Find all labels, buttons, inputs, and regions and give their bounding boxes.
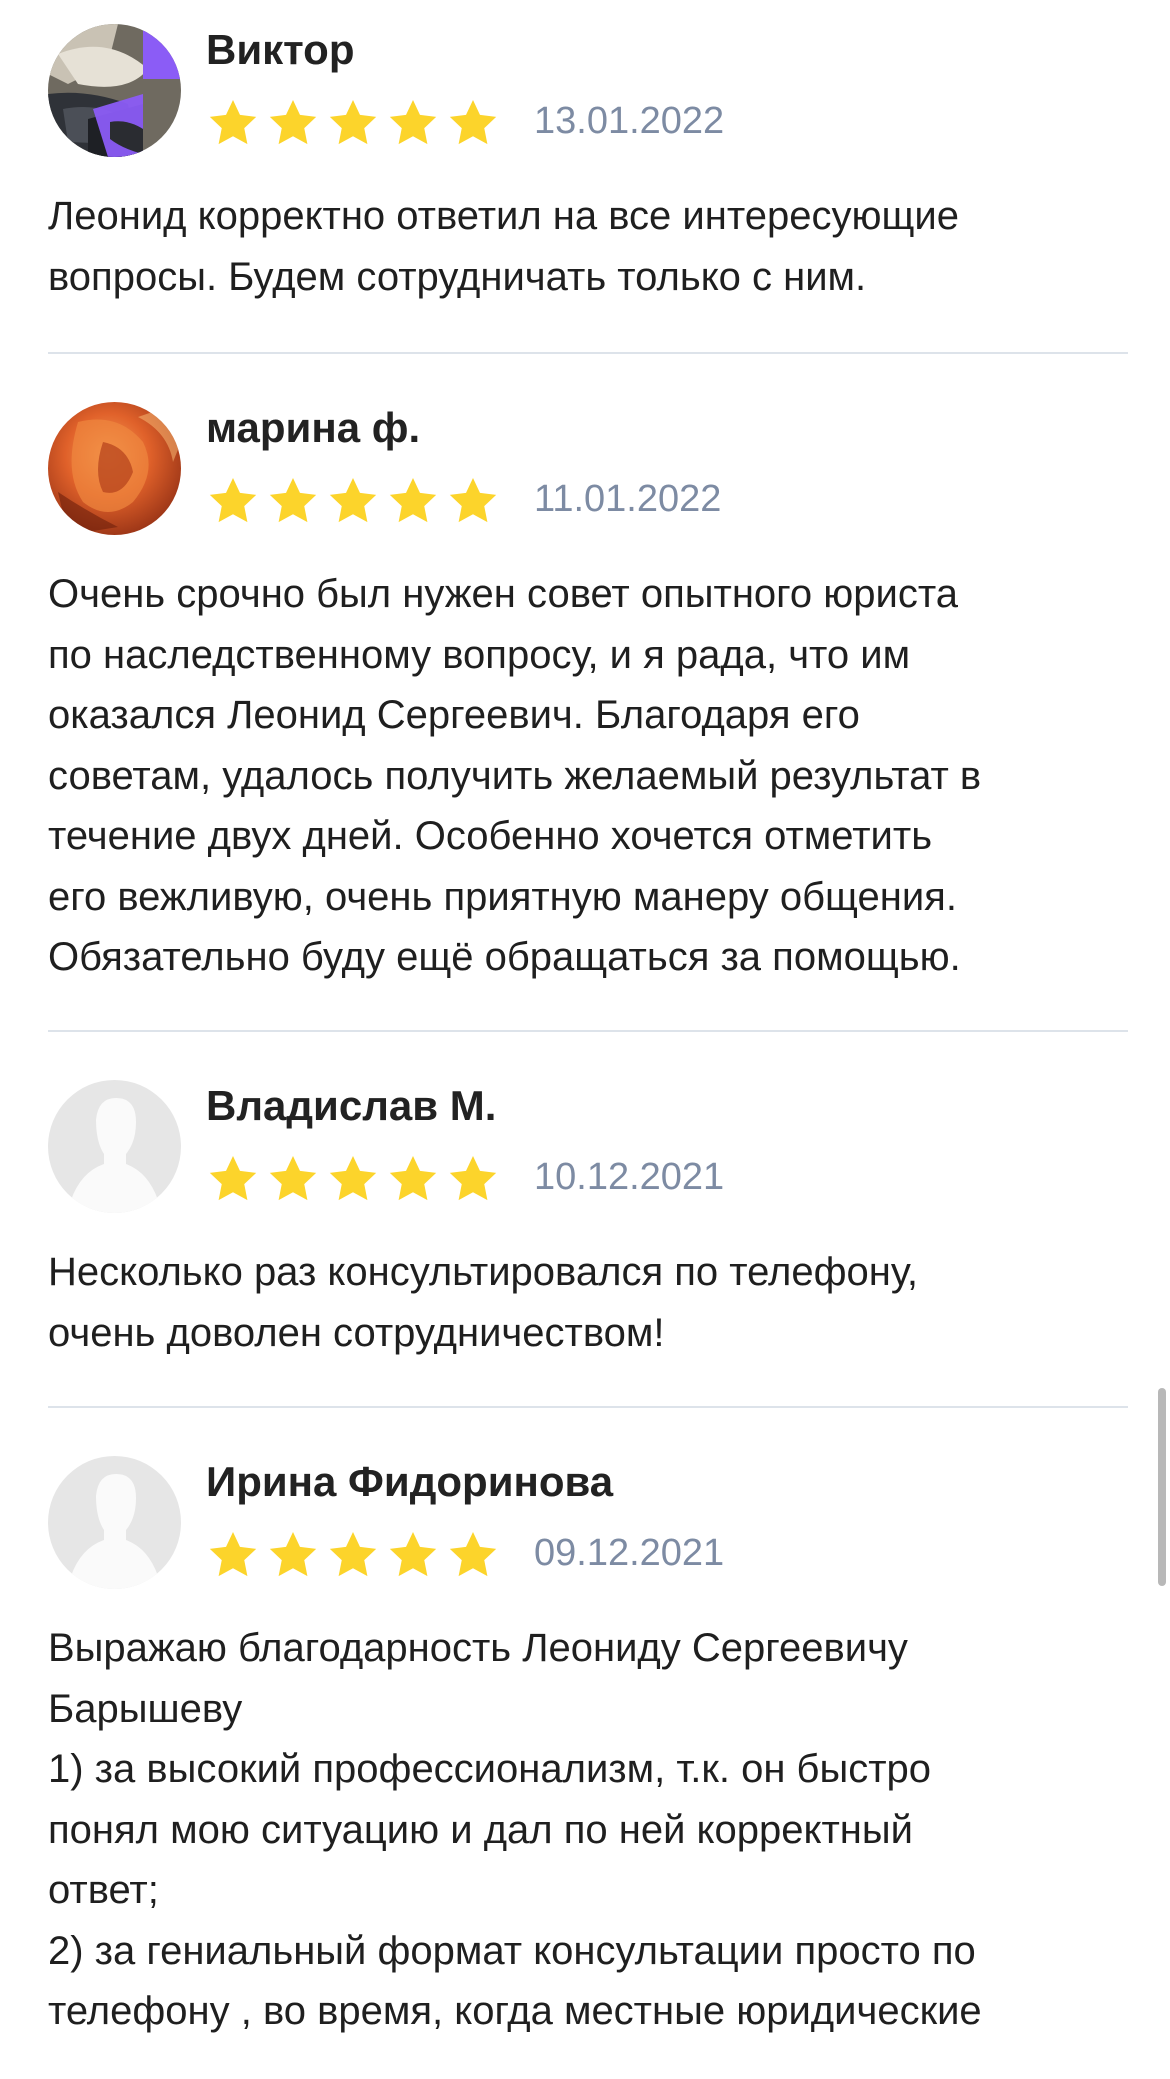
- star-icon: [329, 478, 377, 523]
- star-icon: [389, 1156, 437, 1201]
- star-icon: [329, 1532, 377, 1577]
- star-icon: [449, 1156, 497, 1201]
- avatar[interactable]: [48, 1456, 181, 1589]
- divider: [48, 1030, 1128, 1032]
- star-icon: [269, 478, 317, 523]
- star-icon: [269, 1532, 317, 1577]
- star-icon: [449, 478, 497, 523]
- star-icon: [269, 1156, 317, 1201]
- star-icon: [209, 100, 257, 145]
- star-icon: [389, 100, 437, 145]
- scrollbar[interactable]: [1158, 1388, 1166, 1586]
- divider: [48, 352, 1128, 354]
- review-date: 09.12.2021: [534, 1532, 725, 1574]
- review-author: Владислав М.: [206, 1082, 497, 1129]
- review-date: 13.01.2022: [534, 100, 725, 142]
- star-rating: [206, 1152, 500, 1206]
- review-text: Выражаю благодарность Леониду Сергеевичу…: [48, 1626, 982, 2033]
- star-icon: [209, 1156, 257, 1201]
- star-icon: [209, 1532, 257, 1577]
- star-icon: [329, 100, 377, 145]
- star-rating: [206, 96, 500, 150]
- star-rating: [206, 1528, 500, 1582]
- review-date: 10.12.2021: [534, 1156, 725, 1198]
- star-icon: [449, 100, 497, 145]
- avatar[interactable]: [48, 24, 181, 157]
- review-author: марина ф.: [206, 404, 421, 451]
- review-author: Ирина Фидоринова: [206, 1458, 614, 1505]
- review-author: Виктор: [206, 26, 355, 73]
- star-icon: [389, 478, 437, 523]
- star-icon: [449, 1532, 497, 1577]
- star-icon: [389, 1532, 437, 1577]
- review-date: 11.01.2022: [534, 478, 722, 520]
- star-icon: [269, 100, 317, 145]
- review-text: Леонид корректно ответил на все интересу…: [48, 194, 959, 299]
- review-text: Очень срочно был нужен совет опытного юр…: [48, 572, 982, 979]
- star-icon: [209, 478, 257, 523]
- star-rating: [206, 474, 500, 528]
- divider: [48, 1406, 1128, 1408]
- avatar[interactable]: [48, 1080, 181, 1213]
- star-icon: [329, 1156, 377, 1201]
- avatar[interactable]: [48, 402, 181, 535]
- review-text: Несколько раз консультировался по телефо…: [48, 1250, 918, 1355]
